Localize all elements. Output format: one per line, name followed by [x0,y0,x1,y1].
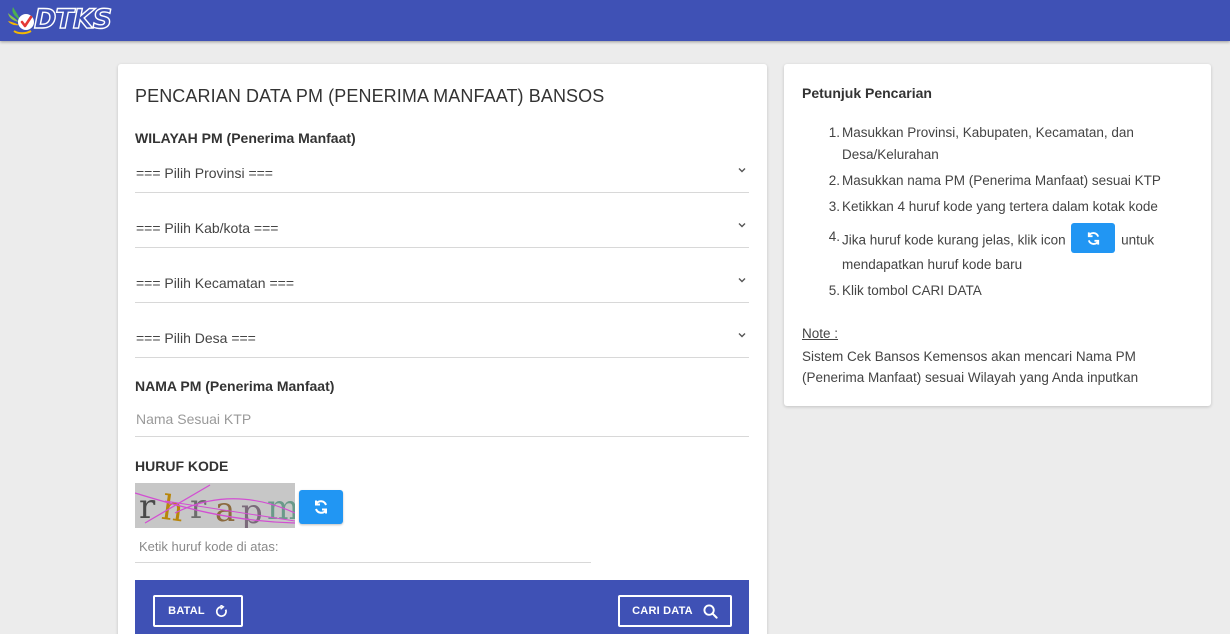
instruction-text: mendapatkan huruf kode baru [842,257,1023,272]
captcha-input[interactable]: Ketik huruf kode di atas: [135,531,591,563]
instruction-text-part: Jika huruf kode kurang jelas, klik icon [842,232,1066,248]
search-data-button-label: CARI DATA [632,605,693,617]
refresh-captcha-button[interactable] [299,490,343,524]
captcha-image: r h r a p m [135,483,295,528]
instruction-text: Klik tombol CARI DATA [842,283,982,298]
instruction-text: Masukkan Provinsi, Kabupaten, Kecamatan,… [842,125,1134,162]
cancel-button[interactable]: BATAL [153,595,243,627]
refresh-icon [315,500,327,514]
search-data-button[interactable]: CARI DATA [618,595,732,627]
form-action-bar: BATAL CARI DATA [135,580,749,634]
inline-refresh-button [1071,223,1116,253]
refresh-icon [1087,231,1100,245]
district-select[interactable]: === Pilih Kecamatan === [135,263,749,303]
cancel-button-label: BATAL [168,605,205,617]
chevron-down-icon [738,168,746,173]
captcha-input-placeholder: Ketik huruf kode di atas: [139,539,279,554]
note-text: Sistem Cek Bansos Kemensos akan mencari … [802,349,1139,385]
instruction-text: Ketikkan 4 huruf kode yang tertera dalam… [842,199,1158,214]
dtks-logo[interactable]: DTKS [6,3,113,36]
reset-icon [215,604,227,617]
chevron-down-icon [738,333,746,338]
name-section-label: NAMA PM (Penerima Manfaat) [135,378,335,394]
name-input-placeholder: Nama Sesuai KTP [136,411,252,427]
chevron-down-icon [738,223,746,228]
instruction-number: 2. [828,173,840,188]
name-input[interactable]: Nama Sesuai KTP [135,399,749,437]
province-select[interactable]: === Pilih Provinsi === [135,153,749,193]
dtks-emblem-icon [8,7,34,35]
village-select[interactable]: === Pilih Desa === [135,318,749,358]
instruction-text: Masukkan nama PM (Penerima Manfaat) sesu… [842,173,1161,188]
captcha-section-label: HURUF KODE [135,458,229,474]
search-instructions-card: Petunjuk Pencarian 1. Masukkan Provinsi,… [784,64,1211,406]
logo-text: DTKS [33,3,113,35]
instruction-number: 1. [828,125,840,140]
province-select-value: === Pilih Provinsi === [136,165,273,181]
search-form-card: PENCARIAN DATA PM (PENERIMA MANFAAT) BAN… [118,64,767,634]
search-icon [703,603,718,619]
instructions-title: Petunjuk Pencarian [802,85,932,101]
instruction-text-part: untuk [1121,232,1155,248]
top-navbar: DTKS [0,0,1230,41]
chevron-down-icon [738,278,746,283]
instruction-number: 4. [828,229,840,244]
district-select-value: === Pilih Kecamatan === [136,275,294,291]
region-section-label: WILAYAH PM (Penerima Manfaat) [135,130,356,146]
instruction-number: 5. [828,283,840,298]
instruction-text: Jika huruf kode kurang jelas, klik icon … [842,223,1182,256]
instruction-number: 3. [828,199,840,214]
captcha-letter: p [241,492,263,528]
captcha-graphic: r h r a p m [135,484,295,528]
village-select-value: === Pilih Desa === [136,330,256,346]
page-title: PENCARIAN DATA PM (PENERIMA MANFAAT) BAN… [135,86,605,106]
captcha-letter: h [159,488,186,528]
note-label: Note : [802,326,839,341]
regency-select[interactable]: === Pilih Kab/kota === [135,208,749,248]
regency-select-value: === Pilih Kab/kota === [136,220,279,236]
